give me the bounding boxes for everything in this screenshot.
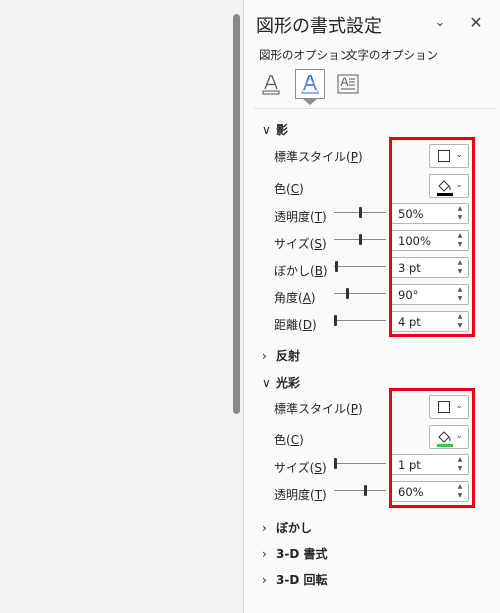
divider bbox=[254, 108, 496, 109]
glow-transparency-label: 透明度(T) bbox=[274, 488, 327, 502]
section-reflection-header[interactable]: › 反射 bbox=[262, 347, 300, 364]
active-tab-indicator bbox=[303, 99, 317, 105]
slider-thumb[interactable] bbox=[359, 234, 362, 245]
glow-transparency-slider[interactable] bbox=[334, 484, 386, 498]
shadow-transparency-slider[interactable] bbox=[334, 206, 386, 220]
section-label: ぼかし bbox=[276, 521, 313, 535]
chevron-expanded-icon: ∨ bbox=[262, 123, 271, 137]
glow-color-label: 色(C) bbox=[274, 433, 304, 447]
close-icon[interactable]: ✕ bbox=[467, 14, 485, 32]
shadow-size-slider[interactable] bbox=[334, 233, 386, 247]
text-layout-icon[interactable] bbox=[333, 69, 363, 99]
chevron-right-icon: › bbox=[262, 349, 267, 363]
shadow-size-label: サイズ(S) bbox=[274, 237, 327, 251]
slider-thumb[interactable] bbox=[359, 207, 362, 218]
shadow-distance-label: 距離(D) bbox=[274, 318, 317, 332]
section-label: 光彩 bbox=[276, 376, 301, 390]
text-fill-outline-icon[interactable] bbox=[256, 69, 286, 99]
tab-shape-options[interactable]: 図形のオプション bbox=[259, 47, 351, 63]
section-soft-edges-header[interactable]: › ぼかし bbox=[262, 519, 312, 536]
shadow-color-label: 色(C) bbox=[274, 182, 304, 196]
slider-thumb[interactable] bbox=[334, 261, 338, 272]
format-shape-pane: 図形の書式設定 ⌄ ✕ 図形のオプション 文字のオプション ∨ 影 標準スタイル(… bbox=[243, 0, 500, 613]
chevron-down-icon[interactable]: ⌄ bbox=[431, 14, 449, 32]
slider-thumb[interactable] bbox=[346, 288, 349, 299]
section-label: 反射 bbox=[276, 349, 301, 363]
highlight-box-glow bbox=[389, 388, 475, 508]
shadow-distance-slider[interactable] bbox=[334, 314, 386, 328]
glow-preset-label: 標準スタイル(P) bbox=[274, 402, 363, 416]
document-canvas-area bbox=[0, 0, 230, 613]
slider-thumb[interactable] bbox=[334, 315, 338, 326]
glow-size-label: サイズ(S) bbox=[274, 461, 327, 475]
section-glow-header[interactable]: ∨ 光彩 bbox=[262, 374, 300, 391]
section-3d-format-header[interactable]: › 3-D 書式 bbox=[262, 545, 327, 562]
slider-thumb[interactable] bbox=[364, 485, 368, 496]
pane-title: 図形の書式設定 bbox=[256, 16, 382, 37]
section-label: 影 bbox=[276, 123, 289, 137]
shadow-blur-slider[interactable] bbox=[334, 260, 386, 274]
shadow-transparency-label: 透明度(T) bbox=[274, 210, 327, 224]
tab-text-options[interactable]: 文字のオプション bbox=[346, 47, 438, 63]
section-shadow-header[interactable]: ∨ 影 bbox=[262, 121, 288, 138]
section-3d-rotation-header[interactable]: › 3-D 回転 bbox=[262, 571, 327, 588]
chevron-right-icon: › bbox=[262, 547, 267, 561]
text-effects-icon[interactable] bbox=[295, 69, 325, 99]
shadow-preset-label: 標準スタイル(P) bbox=[274, 150, 363, 164]
vertical-scrollbar[interactable] bbox=[230, 0, 243, 613]
chevron-right-icon: › bbox=[262, 521, 267, 535]
shadow-angle-slider[interactable] bbox=[334, 287, 386, 301]
slider-thumb[interactable] bbox=[333, 458, 337, 469]
highlight-box-shadow bbox=[389, 137, 475, 337]
chevron-right-icon: › bbox=[262, 573, 267, 587]
section-label: 3-D 回転 bbox=[276, 573, 328, 587]
shadow-blur-label: ぼかし(B) bbox=[274, 264, 328, 278]
scrollbar-thumb[interactable] bbox=[233, 14, 240, 414]
chevron-expanded-icon: ∨ bbox=[262, 376, 271, 390]
glow-size-slider[interactable] bbox=[333, 457, 386, 471]
shadow-angle-label: 角度(A) bbox=[274, 291, 316, 305]
section-label: 3-D 書式 bbox=[276, 547, 328, 561]
